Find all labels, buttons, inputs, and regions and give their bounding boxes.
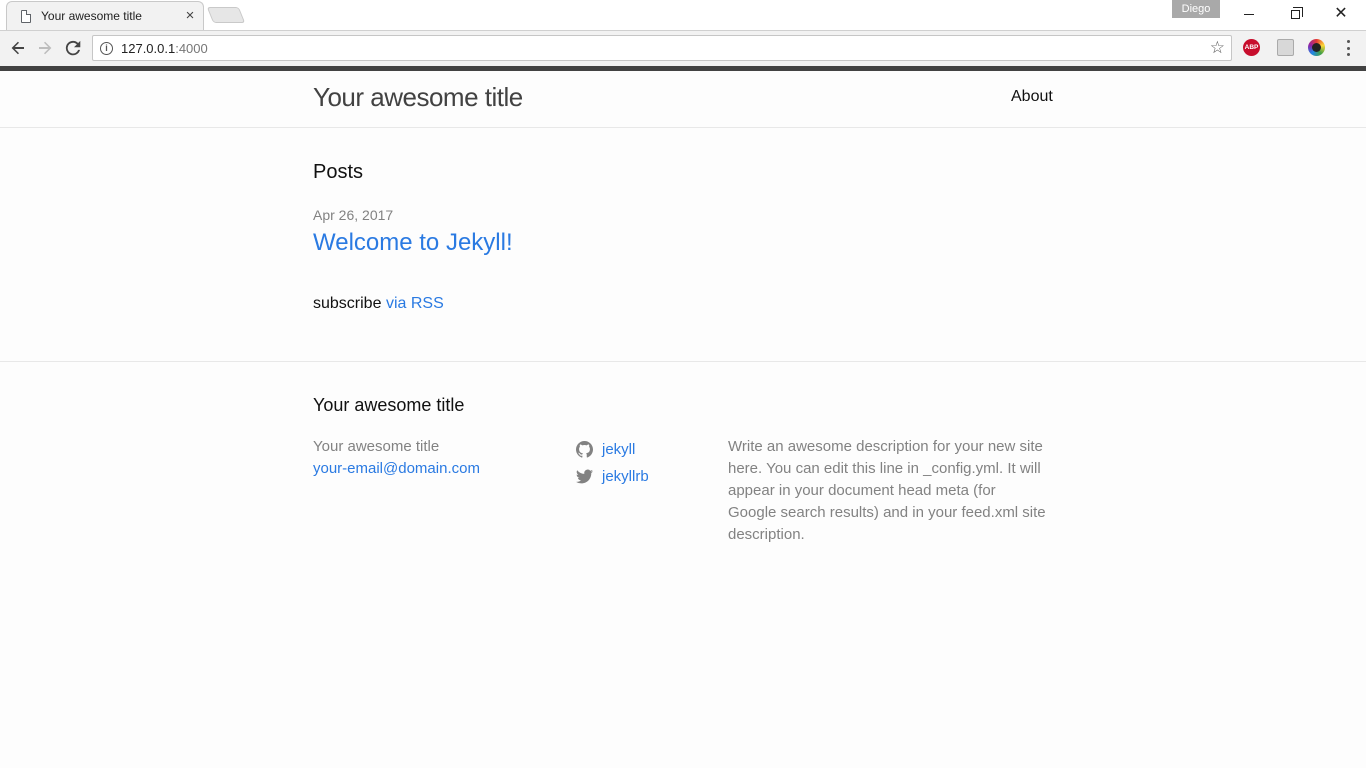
arrow-left-icon [11, 41, 24, 55]
web-page: Your awesome title About Posts Apr 26, 2… [0, 66, 1366, 768]
restore-icon [1290, 6, 1303, 19]
post-title-link[interactable]: Welcome to Jekyll! [313, 229, 513, 257]
footer-social: jekyll jekyllrb [576, 436, 649, 490]
rss-link[interactable]: via RSS [386, 295, 444, 312]
subscribe-label: subscribe [313, 295, 382, 312]
minimize-icon [1244, 13, 1254, 15]
footer-description: Write an awesome description for your ne… [728, 438, 1046, 543]
adblock-extension-icon[interactable]: ABP [1243, 39, 1260, 56]
close-window-button[interactable]: ✕ [1318, 0, 1364, 28]
site-title-link[interactable]: Your awesome title [313, 82, 523, 113]
tab-title: Your awesome title [41, 9, 142, 23]
url-text[interactable]: 127.0.0.1:4000 [121, 41, 208, 56]
twitter-icon [576, 469, 593, 484]
github-icon [576, 441, 593, 458]
url-port: :4000 [175, 41, 208, 56]
address-bar[interactable]: i 127.0.0.1:4000 ☆ [92, 35, 1232, 61]
reload-button[interactable] [60, 35, 86, 61]
page-icon [21, 9, 31, 23]
profile-badge[interactable]: Diego [1172, 0, 1220, 18]
arrow-right-icon [39, 41, 52, 55]
footer-heading: Your awesome title [313, 395, 465, 415]
github-username: jekyll [602, 441, 636, 458]
site-header: Your awesome title About [0, 71, 1366, 128]
main-content: Posts Apr 26, 2017 Welcome to Jekyll! su… [0, 128, 1366, 362]
back-button[interactable] [5, 35, 31, 61]
restore-button[interactable] [1272, 0, 1318, 28]
color-picker-extension-icon[interactable] [1308, 39, 1325, 56]
twitter-username: jekyllrb [602, 468, 649, 485]
forward-button[interactable] [32, 35, 58, 61]
browser-toolbar: i 127.0.0.1:4000 ☆ ABP [0, 30, 1366, 66]
browser-menu-icon[interactable] [1340, 38, 1356, 58]
footer-name: Your awesome title [313, 438, 440, 455]
posts-heading: Posts [313, 161, 364, 183]
clipboard-extension-icon[interactable] [1277, 39, 1294, 56]
nav-about-link[interactable]: About [1011, 88, 1053, 106]
minimize-button[interactable] [1226, 0, 1272, 28]
info-icon[interactable]: i [100, 42, 113, 55]
url-host: 127.0.0.1 [121, 41, 176, 56]
footer-email-link[interactable]: your-email@domain.com [313, 460, 480, 477]
rss-subscribe: subscribe via RSS [313, 295, 444, 313]
close-icon: ✕ [1334, 5, 1348, 22]
tab-close-icon[interactable]: × [183, 7, 197, 24]
github-link[interactable]: jekyll [576, 436, 649, 463]
post-date: Apr 26, 2017 [313, 207, 394, 223]
twitter-link[interactable]: jekyllrb [576, 463, 649, 490]
footer-contact: Your awesome title your-email@domain.com [313, 436, 480, 480]
browser-titlebar: Your awesome title × Diego ✕ [0, 0, 1366, 31]
new-tab-button[interactable] [206, 7, 246, 23]
bookmark-star-icon[interactable]: ☆ [1210, 38, 1225, 58]
browser-tab[interactable]: Your awesome title × [6, 1, 204, 31]
reload-icon [65, 40, 81, 56]
